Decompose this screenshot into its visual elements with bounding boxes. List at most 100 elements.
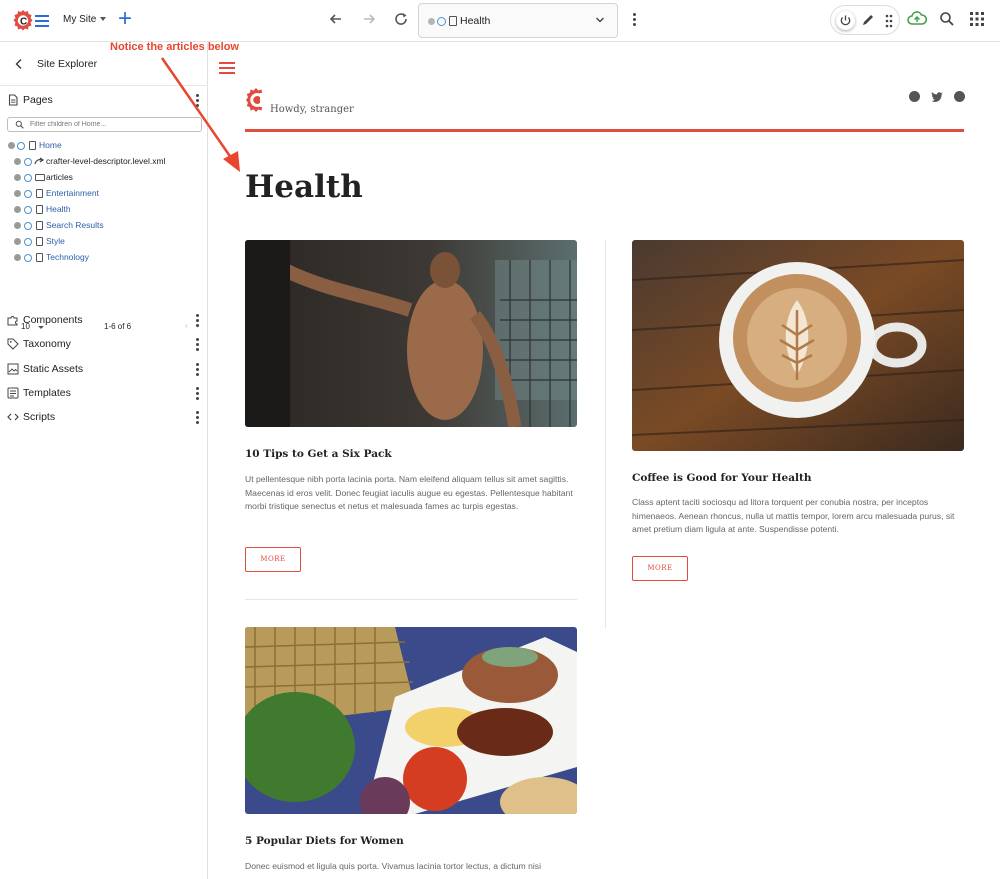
page-icon xyxy=(36,221,43,230)
tree-item-style[interactable]: Style xyxy=(0,234,208,248)
more-button[interactable]: MORE xyxy=(245,547,301,572)
status-dot-icon xyxy=(14,174,21,181)
kebab-icon[interactable] xyxy=(633,13,637,27)
kebab-icon[interactable] xyxy=(196,411,200,426)
page-icon xyxy=(8,94,18,106)
article-title[interactable]: 5 Popular Diets for Women xyxy=(245,835,404,847)
greeting: Howdy, stranger xyxy=(270,104,354,115)
crafter-logo[interactable]: C xyxy=(12,8,34,32)
section-components[interactable]: Components xyxy=(0,308,208,332)
site-name: My Site xyxy=(63,14,97,25)
tree-item-search-results[interactable]: Search Results xyxy=(0,218,208,232)
status-dot-icon xyxy=(14,254,21,261)
tree-item-label: Home xyxy=(39,140,62,150)
kebab-icon[interactable] xyxy=(196,387,200,402)
refresh-icon[interactable] xyxy=(393,11,409,27)
tree-item-label: Technology xyxy=(46,252,90,262)
page-icon xyxy=(36,253,43,262)
tree-item-label: articles xyxy=(46,172,73,182)
section-label: Scripts xyxy=(23,411,56,423)
address-text: Health xyxy=(460,15,491,27)
clock-icon xyxy=(17,142,25,150)
kebab-icon[interactable] xyxy=(196,338,200,353)
section-taxonomy[interactable]: Taxonomy xyxy=(0,332,208,356)
clock-icon xyxy=(24,222,32,230)
power-icon[interactable] xyxy=(836,11,855,30)
twitter-icon[interactable] xyxy=(931,91,943,102)
chevron-down-icon[interactable] xyxy=(595,15,605,25)
image-icon xyxy=(7,363,19,375)
code-icon xyxy=(7,413,19,421)
link-icon xyxy=(34,157,45,165)
tree-item-label: Entertainment xyxy=(46,188,99,198)
page-icon xyxy=(36,189,43,198)
forward-icon[interactable] xyxy=(361,11,377,27)
add-icon[interactable]: + xyxy=(118,6,132,32)
status-dot-icon xyxy=(14,238,21,245)
article-card: Coffee is Good for Your Health Class apt… xyxy=(632,240,964,590)
section-static-assets[interactable]: Static Assets xyxy=(0,357,208,381)
article-image[interactable] xyxy=(245,240,577,427)
site-selector[interactable]: My Site xyxy=(63,14,107,25)
section-scripts[interactable]: Scripts xyxy=(0,405,208,429)
facebook-icon[interactable] xyxy=(909,91,920,102)
back-icon[interactable] xyxy=(328,11,344,27)
page-icon xyxy=(29,141,36,150)
apps-icon[interactable] xyxy=(970,12,984,26)
search-icon xyxy=(15,120,24,129)
page-icon xyxy=(36,205,43,214)
page-icon xyxy=(449,16,457,26)
tree-item-label: Search Results xyxy=(46,220,104,230)
status-dot-icon xyxy=(14,222,21,229)
tree-item-health[interactable]: Health xyxy=(0,202,208,216)
tree-item-technology[interactable]: Technology xyxy=(0,250,208,264)
cloud-upload-icon[interactable] xyxy=(907,10,927,28)
section-label: Components xyxy=(23,314,83,326)
clock-icon xyxy=(24,206,32,214)
status-dot-icon xyxy=(428,18,435,25)
annotation-arrow xyxy=(160,57,240,172)
more-button[interactable]: MORE xyxy=(632,556,688,581)
status-dot-icon xyxy=(14,158,21,165)
article-image[interactable] xyxy=(245,627,577,814)
status-dot-icon xyxy=(14,190,21,197)
edit-mode-toggle-group xyxy=(830,5,900,35)
drag-icon[interactable] xyxy=(884,14,894,28)
tree-item-label: Style xyxy=(46,236,65,246)
kebab-icon[interactable] xyxy=(196,314,200,329)
divider xyxy=(245,599,577,600)
section-label: Templates xyxy=(23,387,71,399)
article-card: 10 Tips to Get a Six Pack Ut pellentesqu… xyxy=(245,240,577,590)
svg-text:C: C xyxy=(20,17,27,28)
clock-icon xyxy=(24,158,32,166)
article-card: 5 Popular Diets for Women Donec euismod … xyxy=(245,627,577,879)
article-title[interactable]: 10 Tips to Get a Six Pack xyxy=(245,448,392,460)
clock-icon xyxy=(24,254,32,262)
template-icon xyxy=(7,387,19,399)
clock-icon xyxy=(24,190,32,198)
clock-icon xyxy=(24,174,32,182)
chevron-left-icon[interactable] xyxy=(14,58,24,70)
section-label: Taxonomy xyxy=(23,338,71,350)
pencil-icon[interactable] xyxy=(860,12,876,28)
section-templates[interactable]: Templates xyxy=(0,381,208,405)
article-image[interactable] xyxy=(632,240,964,451)
search-icon[interactable] xyxy=(939,11,955,27)
site-preview: Howdy, stranger Health 10 Tips to Get a … xyxy=(209,43,1000,879)
tree-item-entertainment[interactable]: Entertainment xyxy=(0,186,208,200)
status-dot-icon xyxy=(14,206,21,213)
header-rule xyxy=(245,129,964,132)
status-dot-icon xyxy=(8,142,15,149)
tag-icon xyxy=(7,338,19,350)
page-icon xyxy=(36,237,43,246)
article-summary: Donec euismod et ligula quis porta. Viva… xyxy=(245,861,541,871)
article-title[interactable]: Coffee is Good for Your Health xyxy=(632,472,812,484)
tree-item-label: crafter-level-descriptor.level.xml xyxy=(46,156,166,166)
address-bar[interactable]: Health xyxy=(418,3,618,38)
hamburger-icon[interactable] xyxy=(35,12,49,28)
top-toolbar: C My Site + Health xyxy=(0,0,1000,42)
pages-label: Pages xyxy=(23,94,53,106)
google-plus-icon[interactable] xyxy=(954,91,965,102)
article-summary: Class aptent taciti sociosqu ad litora t… xyxy=(632,497,955,534)
kebab-icon[interactable] xyxy=(196,363,200,378)
